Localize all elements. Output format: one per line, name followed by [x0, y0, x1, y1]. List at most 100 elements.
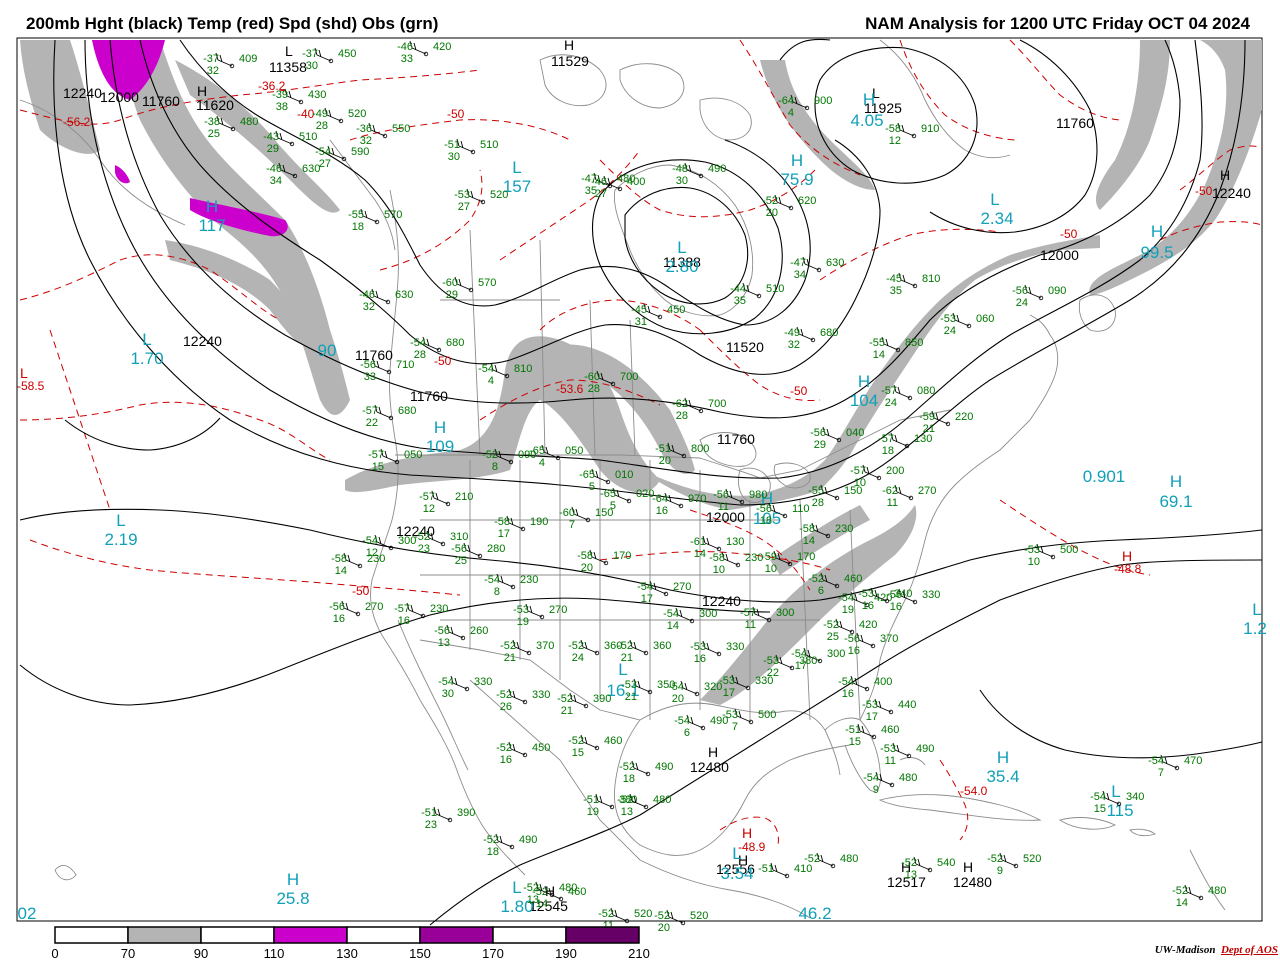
- station-temperature: -64: [778, 95, 794, 107]
- station-temperature: -56: [844, 633, 860, 645]
- station-dewpoint-depression: 38: [276, 101, 288, 113]
- colorbar-segment: [565, 926, 640, 944]
- station-height: 280: [487, 543, 505, 555]
- station-temperature: -54: [1148, 755, 1164, 767]
- station-dewpoint-depression: 14: [873, 349, 885, 361]
- temperature-label: -48.8: [1114, 562, 1142, 576]
- station-temperature: -54: [410, 337, 426, 349]
- station-temperature: -57: [850, 465, 866, 477]
- station-temperature: -45: [631, 304, 647, 316]
- station-temperature: -52: [496, 689, 512, 701]
- colorbar-tick-label: 170: [482, 946, 504, 960]
- station-height: 110: [792, 503, 810, 515]
- station-temperature: -47: [790, 257, 806, 269]
- station-height: 520: [348, 108, 366, 120]
- station-dewpoint-depression: 35: [890, 285, 902, 297]
- station-height: 190: [530, 516, 548, 528]
- station-dewpoint-depression: 10: [1028, 556, 1040, 568]
- station-dewpoint-depression: 18: [352, 221, 364, 233]
- station-dewpoint-depression: 24: [885, 397, 897, 409]
- station-height: 910: [921, 123, 939, 135]
- station-dewpoint-depression: 16: [398, 615, 410, 627]
- department-label: Dept of AOS: [1220, 944, 1278, 956]
- station-temperature: -52: [568, 735, 584, 747]
- station-dewpoint-depression: 4: [488, 375, 494, 387]
- colorbar-tick-label: 0: [51, 946, 58, 960]
- station-temperature: -58: [494, 516, 510, 528]
- station-temperature: -54: [362, 535, 378, 547]
- station-dewpoint-depression: 10: [713, 564, 725, 576]
- station-temperature: -64: [652, 493, 668, 505]
- speed-center-value: 2.34: [980, 209, 1013, 228]
- height-label: 11620: [196, 97, 234, 113]
- station-height: 680: [820, 327, 838, 339]
- height-label: 11358: [269, 59, 307, 75]
- station-height: 480: [240, 116, 258, 128]
- station-dewpoint-depression: 23: [425, 819, 437, 831]
- temperature-label: -50: [1195, 184, 1213, 198]
- station-height: 040: [846, 427, 864, 439]
- station-temperature: -52: [901, 857, 917, 869]
- station-temperature: -62: [882, 485, 898, 497]
- station-dewpoint-depression: 8: [492, 461, 498, 473]
- station-height: 630: [302, 163, 320, 175]
- station-dewpoint-depression: 15: [849, 736, 861, 748]
- station-height: 230: [430, 603, 448, 615]
- station-temperature: -53: [858, 588, 874, 600]
- station-dewpoint-depression: 11: [887, 497, 898, 509]
- station-height: 510: [480, 139, 498, 151]
- station-dewpoint-depression: 32: [363, 301, 375, 313]
- station-dewpoint-depression: 18: [487, 846, 499, 858]
- station-temperature: -51: [845, 724, 861, 736]
- speed-center-letter: H: [206, 197, 218, 216]
- colorbar-segment: [54, 926, 129, 944]
- station-height: 400: [874, 676, 892, 688]
- station-height: 980: [749, 489, 767, 501]
- station-dewpoint-depression: 16: [656, 505, 668, 517]
- station-height: 170: [613, 550, 631, 562]
- speed-center-letter: L: [1252, 600, 1261, 619]
- height-label: 11520: [726, 339, 764, 355]
- station-temperature: -53: [454, 189, 470, 201]
- speed-center-value: 104: [850, 391, 878, 410]
- station-dewpoint-depression: 16: [862, 600, 874, 612]
- speed-center-value: 109: [426, 437, 454, 456]
- station-height: 520: [690, 910, 708, 922]
- station-dewpoint-depression: 16: [694, 653, 706, 665]
- station-temperature: -46: [266, 163, 282, 175]
- station-dewpoint-depression: 9: [873, 784, 879, 796]
- station-height: 090: [1048, 285, 1066, 297]
- station-temperature: -54: [637, 581, 653, 593]
- station-temperature: -58: [885, 123, 901, 135]
- wind-speed-colorbar: 0 70 90 110 130 150 170 190 210: [51, 926, 650, 960]
- station-temperature: -52: [654, 910, 670, 922]
- station-dewpoint-depression: 18: [760, 515, 772, 527]
- temperature-label: -50: [1060, 227, 1078, 241]
- station-dewpoint-depression: 24: [572, 652, 584, 664]
- station-height: 500: [1060, 544, 1078, 556]
- station-height: 450: [667, 304, 685, 316]
- station-height: 420: [859, 619, 877, 631]
- station-height: 060: [976, 313, 994, 325]
- speed-center-letter: H: [863, 90, 875, 109]
- temperature-high-marker: H: [1122, 548, 1132, 564]
- station-dewpoint-depression: 25: [208, 128, 220, 140]
- station-dewpoint-depression: 7: [732, 721, 738, 733]
- station-height: 460: [881, 724, 899, 736]
- station-dewpoint-depression: 34: [270, 175, 282, 187]
- station-height: 700: [708, 398, 726, 410]
- station-temperature: -51: [421, 807, 437, 819]
- station-temperature: -52: [532, 886, 548, 898]
- station-temperature: -53: [862, 699, 878, 711]
- station-dewpoint-depression: 27: [595, 188, 607, 200]
- station-dewpoint-depression: 22: [366, 417, 378, 429]
- station-dewpoint-depression: 29: [814, 439, 826, 451]
- station-temperature: -52: [557, 693, 573, 705]
- speed-center-value: 117: [198, 216, 225, 235]
- station-temperature: -56: [713, 489, 729, 501]
- station-height: 260: [470, 625, 488, 637]
- speed-center-value: 35.4: [986, 767, 1019, 786]
- speed-center-value: 46.2: [798, 904, 831, 923]
- colorbar-tick-label: 150: [409, 946, 431, 960]
- station-temperature: -46: [591, 176, 607, 188]
